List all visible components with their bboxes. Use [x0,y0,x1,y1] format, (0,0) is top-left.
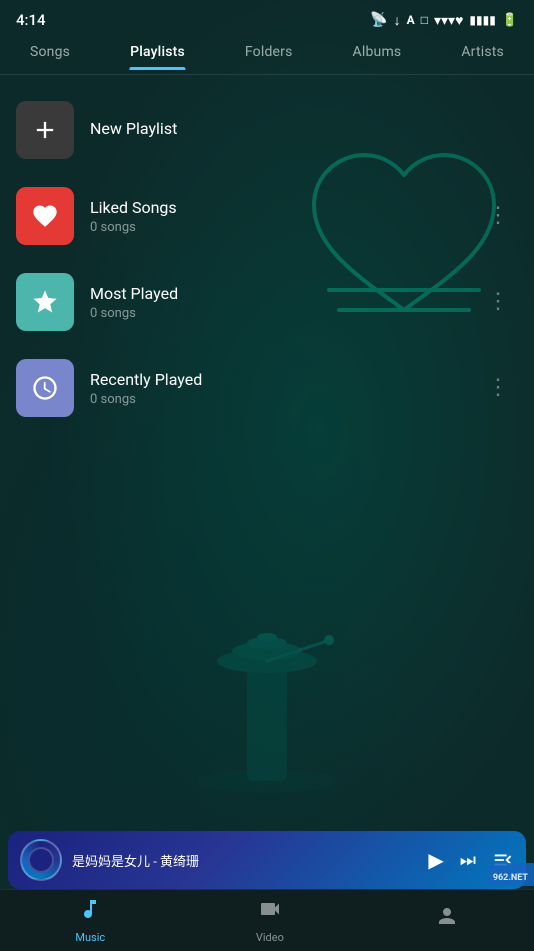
tab-folders[interactable]: Folders [233,36,305,70]
liked-songs-icon [16,187,74,245]
heart-icon [31,202,59,230]
clock-icon [31,374,59,402]
recently-played-count: 0 songs [90,392,479,407]
recently-played-more-button[interactable]: ⋮ [479,373,518,403]
recently-played-icon [16,359,74,417]
decorative-vinyl [177,621,357,801]
nav-music[interactable]: Music [55,891,125,950]
status-time: 4:14 [16,11,46,29]
watermark: 962.NET [487,863,534,886]
profile-nav-icon [435,904,459,934]
new-playlist-name: New Playlist [90,119,518,138]
tab-bar: Songs Playlists Folders Albums Artists [0,36,534,75]
cast-icon: 📡 [370,12,387,28]
battery-icon: 🔋 [502,13,518,28]
star-icon [31,288,59,316]
now-playing-title: 是妈妈是女儿 - 黄绮珊 [72,851,428,870]
liked-songs-info: Liked Songs 0 songs [90,198,479,235]
video-nav-icon [258,897,282,927]
status-icons: 📡 ↓ A □ ▾▾▾♥ ▮▮▮▮ 🔋 [370,12,518,29]
nav-video[interactable]: Video [236,891,304,950]
most-played-more-button[interactable]: ⋮ [479,287,518,317]
most-played-item[interactable]: Most Played 0 songs ⋮ [0,259,534,345]
next-button[interactable]: ⏭ [460,850,476,871]
video-nav-label: Video [256,931,284,944]
most-played-icon [16,273,74,331]
watermark-text: 962.NET [493,873,528,883]
plus-icon [31,116,59,144]
music-nav-label: Music [75,931,105,944]
recently-played-name: Recently Played [90,370,479,389]
tab-artists[interactable]: Artists [449,36,516,70]
vinyl-center [28,847,54,873]
most-played-info: Most Played 0 songs [90,284,479,321]
liked-songs-count: 0 songs [90,220,479,235]
nav-profile[interactable] [415,898,479,944]
wifi-icon: ▾▾▾♥ [434,12,463,29]
square-icon: □ [421,13,428,27]
now-playing-bar[interactable]: 是妈妈是女儿 - 黄绮珊 ▶ ⏭ [8,831,526,889]
text-icon: A [407,13,415,27]
new-playlist-icon [16,101,74,159]
recently-played-item[interactable]: Recently Played 0 songs ⋮ [0,345,534,431]
recently-played-info: Recently Played 0 songs [90,370,479,407]
new-playlist-item[interactable]: New Playlist [0,87,534,173]
status-bar: 4:14 📡 ↓ A □ ▾▾▾♥ ▮▮▮▮ 🔋 [0,0,534,36]
content-area: New Playlist Liked Songs 0 songs ⋮ Most … [0,75,534,443]
play-button[interactable]: ▶ [428,848,443,872]
now-playing-artwork [20,839,62,881]
bottom-nav: Music Video [0,889,534,951]
tab-songs[interactable]: Songs [18,36,82,70]
download-icon: ↓ [394,12,401,29]
most-played-name: Most Played [90,284,479,303]
tab-albums[interactable]: Albums [341,36,414,70]
liked-songs-item[interactable]: Liked Songs 0 songs ⋮ [0,173,534,259]
most-played-count: 0 songs [90,306,479,321]
new-playlist-info: New Playlist [90,119,518,141]
liked-songs-name: Liked Songs [90,198,479,217]
liked-songs-more-button[interactable]: ⋮ [479,201,518,231]
music-nav-icon [78,897,102,927]
tab-playlists[interactable]: Playlists [118,36,197,70]
signal-icon: ▮▮▮▮ [469,13,495,27]
